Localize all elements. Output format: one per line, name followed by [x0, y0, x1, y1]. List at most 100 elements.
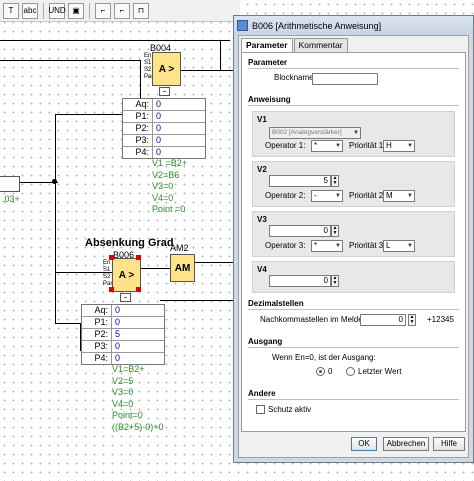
v2-value-input[interactable]: 5	[269, 175, 331, 187]
table-row: Aq: 0	[123, 99, 205, 111]
table-row: P4: 0	[82, 353, 164, 364]
chevron-down-icon: ▼	[407, 243, 413, 249]
dialog-title: B006 [Arithmetische Anweisung]	[252, 20, 382, 31]
block-am2[interactable]: AM	[170, 254, 195, 282]
wire	[0, 40, 230, 41]
tab-pane: Parameter Blockname: Anweisung V1 B002 […	[241, 52, 466, 432]
wire	[193, 262, 233, 263]
table-row: P2: 0	[123, 123, 205, 135]
v1-priority-select[interactable]: H ▼	[383, 140, 415, 152]
chevron-down-icon: ▼	[335, 243, 341, 249]
app-icon	[237, 20, 248, 31]
v4-group: V4 0 ▲ ▼	[252, 261, 455, 293]
selection-handle[interactable]	[136, 255, 141, 260]
decimal-spinner[interactable]: ▲ ▼	[408, 314, 416, 326]
wire	[55, 114, 56, 324]
selection-handle[interactable]	[136, 287, 141, 292]
connector2-tool-button[interactable]: ⌐	[114, 2, 130, 19]
v3-priority-label: Priorität 3:	[349, 241, 386, 250]
v4-value-input[interactable]: 0	[269, 275, 331, 287]
section-divider	[248, 309, 459, 310]
chevron-down-icon: ▼	[407, 193, 413, 199]
protect-checkbox[interactable]	[256, 405, 265, 414]
table-row: P1: 0	[123, 111, 205, 123]
v2-priority-select[interactable]: M ▼	[383, 190, 415, 202]
pulse-tool-button[interactable]: ⊓	[133, 2, 149, 19]
wire	[55, 323, 81, 324]
v1-label: V1	[257, 115, 267, 124]
v2-operator-label: Operator 2:	[265, 191, 306, 200]
tab-parameter[interactable]: Parameter	[241, 38, 293, 53]
decimal-label: Nachkommastellen im Meldetext	[260, 315, 376, 324]
v1-source-select[interactable]: B002 [Analogverstärker] ▼	[269, 127, 361, 139]
section-divider	[248, 68, 459, 69]
dialog-window: B006 [Arithmetische Anweisung] Parameter…	[233, 15, 474, 463]
connector-tool-button[interactable]: ⌐	[95, 2, 111, 19]
partial-block[interactable]	[0, 176, 20, 192]
section-dezimalstellen-title: Dezimalstellen	[248, 299, 304, 308]
protect-label: Schutz aktiv	[268, 405, 312, 414]
v3-spinner[interactable]: ▲ ▼	[331, 225, 339, 237]
table-row: P2: 5	[82, 329, 164, 341]
v1-source-text: B002 [Analogverstärker]	[272, 129, 342, 136]
radio-last-value[interactable]	[346, 367, 355, 376]
v2-operator-select[interactable]: - ▼	[311, 190, 343, 202]
radio-zero[interactable]	[316, 367, 325, 376]
cancel-button[interactable]: Abbrechen	[383, 437, 429, 451]
v1-operator-select[interactable]: * ▼	[311, 140, 343, 152]
v3-label: V3	[257, 215, 267, 224]
v4-spinner[interactable]: ▲ ▼	[331, 275, 339, 287]
decimal-input[interactable]: 0	[360, 314, 406, 326]
und-tool-button[interactable]: UND	[48, 2, 66, 19]
dialog-titlebar[interactable]: B006 [Arithmetische Anweisung]	[234, 16, 473, 35]
tab-strip: Parameter Kommentar	[239, 36, 468, 53]
v2-label: V2	[257, 165, 267, 174]
radio-last-value-label: Letzter Wert	[358, 367, 402, 376]
chevron-down-icon: ▼	[335, 193, 341, 199]
wire	[160, 300, 233, 301]
table-row: P4: 0	[123, 147, 205, 158]
wire	[140, 268, 170, 269]
decimal-example: +12345	[427, 315, 454, 324]
section-heading: Absenkung Grad	[85, 237, 174, 249]
block-b004-formula: V1 =B2+ V2=B6 V3=0 V4=0 Point =0	[152, 158, 188, 214]
blockname-input[interactable]	[312, 73, 378, 85]
text-tool-button[interactable]: T	[3, 2, 19, 19]
v2-spinner[interactable]: ▲ ▼	[331, 175, 339, 187]
table-row: P1: 0	[82, 317, 164, 329]
output-text: Wenn En=0, ist der Ausgang:	[272, 353, 376, 362]
section-parameter-title: Parameter	[248, 58, 288, 67]
tab-kommentar[interactable]: Kommentar	[293, 38, 348, 52]
wire	[0, 60, 140, 61]
selection-handle[interactable]	[109, 287, 114, 292]
wire	[220, 40, 221, 70]
wire	[180, 70, 233, 71]
v1-operator-label: Operator 1:	[265, 141, 306, 150]
v3-group: V3 0 ▲ ▼ Operator 3: * ▼ Priorität 3: L ▼	[252, 211, 455, 257]
section-anweisung-title: Anweisung	[248, 95, 291, 104]
section-divider	[248, 347, 459, 348]
wire-junction	[52, 179, 57, 184]
block-b006-param-toggle[interactable]: –	[120, 293, 131, 302]
v3-priority-select[interactable]: L ▼	[383, 240, 415, 252]
v2-priority-label: Priorität 2:	[349, 191, 386, 200]
abc-tool-button[interactable]: abc	[22, 2, 38, 19]
section-ausgang-title: Ausgang	[248, 337, 283, 346]
block-b006-param-table: Aq: 0 P1: 0 P2: 5 P3: 0 P4: 0	[81, 304, 165, 365]
block-b004[interactable]: A >	[152, 52, 181, 86]
table-row: P3: 0	[82, 341, 164, 353]
help-button[interactable]: Hilfe	[433, 437, 465, 451]
dialog-client-area: Parameter Kommentar Parameter Blockname:…	[238, 35, 469, 458]
block-b004-param-table: Aq: 0 P1: 0 P2: 0 P3: 0 P4: 0	[122, 98, 206, 159]
left-value-label: .03+	[2, 194, 20, 204]
block-tool-button[interactable]: ▣	[68, 2, 84, 19]
table-row: Aq: 0	[82, 305, 164, 317]
selection-handle[interactable]	[109, 255, 114, 260]
v3-value-input[interactable]: 0	[269, 225, 331, 237]
block-b004-param-toggle[interactable]: –	[159, 87, 170, 96]
chevron-down-icon: ▼	[335, 143, 341, 149]
ok-button[interactable]: OK	[351, 437, 377, 451]
v2-group: V2 5 ▲ ▼ Operator 2: - ▼ Priorität 2: M ▼	[252, 161, 455, 207]
v3-operator-select[interactable]: * ▼	[311, 240, 343, 252]
block-am2-id: AM2	[170, 243, 189, 253]
